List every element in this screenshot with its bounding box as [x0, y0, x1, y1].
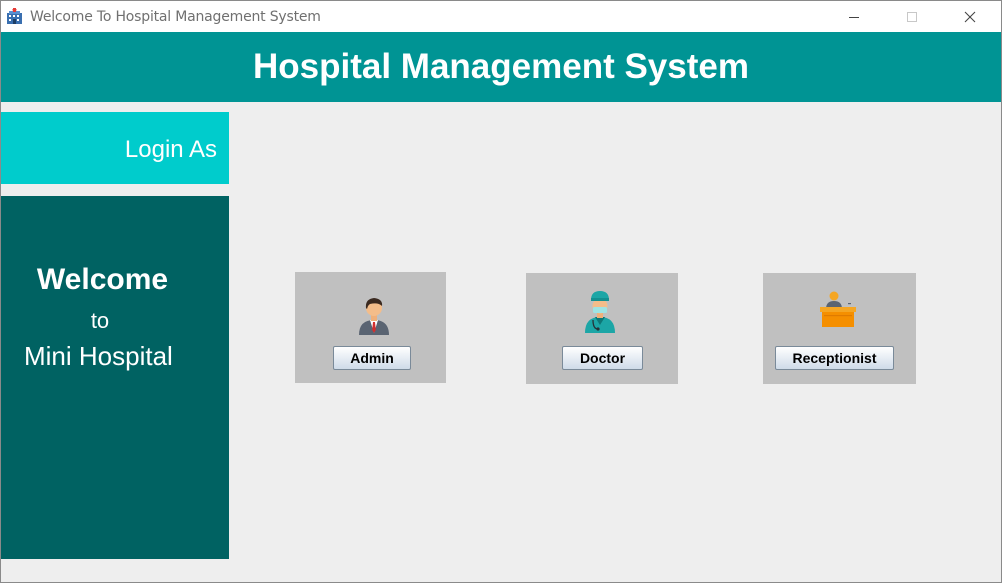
- minimize-icon: [849, 16, 859, 18]
- admin-person-icon: [356, 293, 392, 340]
- admin-button[interactable]: Admin: [333, 346, 411, 370]
- receptionist-card: Receptionist: [763, 273, 916, 384]
- close-icon: [964, 11, 976, 22]
- minimize-button[interactable]: [831, 1, 877, 32]
- login-as-panel: Login As: [1, 112, 229, 184]
- app-window: Welcome To Hospital Management System Ho…: [0, 0, 1002, 583]
- admin-card: Admin: [295, 272, 446, 383]
- maximize-icon: [907, 11, 917, 22]
- welcome-hospital-name: Mini Hospital: [24, 341, 173, 371]
- welcome-panel: Welcome to Mini Hospital: [1, 196, 229, 559]
- close-button[interactable]: [947, 1, 993, 32]
- login-as-label: Login As: [124, 136, 217, 163]
- title-bar[interactable]: Welcome To Hospital Management System: [1, 1, 1001, 32]
- welcome-to-text: to: [90, 308, 110, 333]
- doctor-button[interactable]: Doctor: [562, 346, 643, 370]
- doctor-card: Doctor: [526, 273, 678, 384]
- doctor-icon: [582, 287, 618, 338]
- hospital-building-icon: [6, 8, 23, 25]
- receptionist-desk-icon: [818, 289, 858, 334]
- window-title: Welcome To Hospital Management System: [30, 9, 321, 25]
- header-banner: Hospital Management System: [1, 32, 1001, 102]
- page-title: Hospital Management System: [253, 47, 749, 86]
- welcome-heading: Welcome: [36, 263, 169, 296]
- maximize-button[interactable]: [889, 1, 935, 32]
- receptionist-button[interactable]: Receptionist: [775, 346, 894, 370]
